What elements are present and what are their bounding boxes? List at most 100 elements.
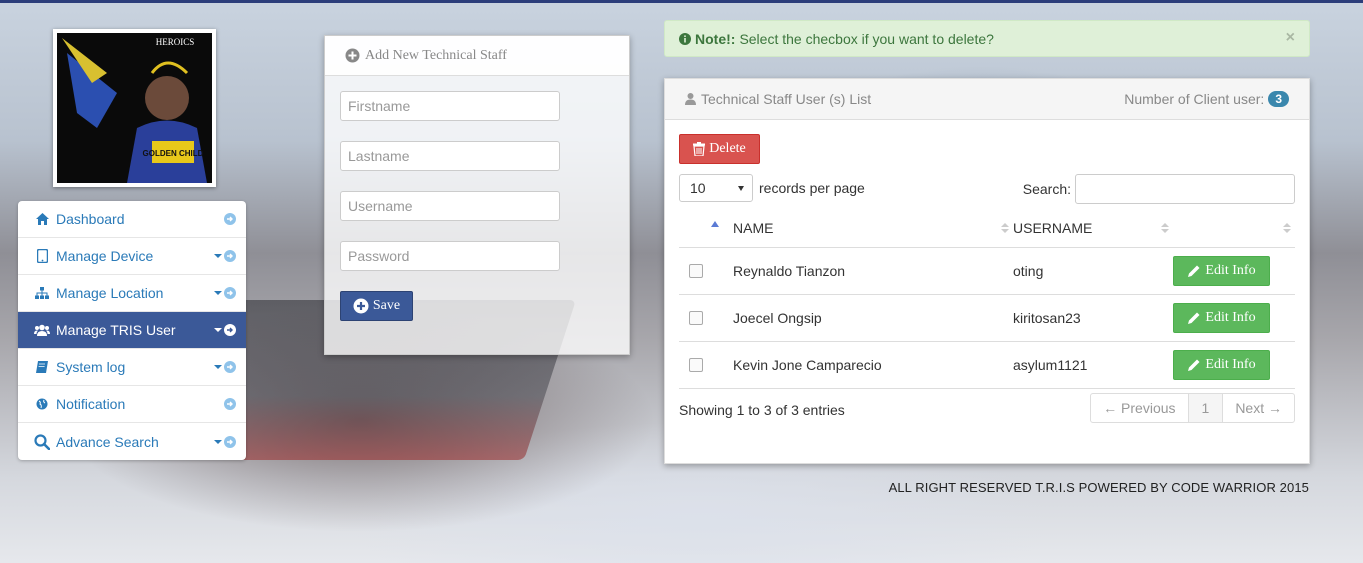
logo-caption: GOLDEN CHILD [143,149,204,158]
sidebar: Dashboard Manage Device Manage Location … [18,201,246,460]
username-field[interactable] [340,191,560,221]
sidebar-item-notification[interactable]: Notification [18,386,246,423]
sitemap-icon [34,287,50,299]
add-staff-title: Add New Technical Staff [365,47,507,63]
pagination: ← Previous 1 Next → [1090,393,1295,423]
sidebar-item-manage-device[interactable]: Manage Device [18,238,246,275]
plus-circle-icon [345,48,360,63]
delete-button[interactable]: Delete [679,134,760,164]
page-length-control: 10 records per page [679,174,865,202]
table-row: Joecel Ongsip kiritosan23 Edit Info [679,294,1295,342]
arrow-left-icon: ← [1103,400,1122,416]
lastname-field[interactable] [340,141,560,171]
sidebar-item-label: Notification [56,396,126,412]
caret-down-icon [214,291,222,295]
edit-info-button[interactable]: Edit Info [1173,255,1270,286]
sort-icon [1001,223,1009,233]
sidebar-item-manage-tris-user[interactable]: Manage TRIS User [18,312,246,349]
arrow-right-icon [224,361,236,373]
arrow-right-icon [224,287,236,299]
pencil-icon [1188,312,1200,324]
user-icon [685,93,696,105]
sort-icon [1283,223,1291,233]
client-count-badge: 3 [1268,91,1289,107]
trash-icon [693,142,706,156]
action-column-header[interactable] [1173,209,1295,248]
page-1-button[interactable]: 1 [1188,394,1224,422]
sidebar-item-label: Manage TRIS User [56,322,176,338]
staff-list-title: Technical Staff User (s) List [701,91,872,107]
arrow-right-icon [224,398,236,410]
users-icon [34,324,50,336]
close-icon[interactable]: × [1286,29,1295,47]
caret-down-icon [214,254,222,258]
sidebar-item-system-log[interactable]: System log [18,349,246,386]
sidebar-item-label: Advance Search [56,433,159,450]
page-length-select[interactable]: 10 [679,174,753,202]
caret-down-icon [214,365,222,369]
table-row: Kevin Jone Camparecio asylum1121 Edit In… [679,341,1295,389]
row-username: kiritosan23 [1013,294,1173,342]
pencil-icon [1188,265,1200,277]
row-username: asylum1121 [1013,341,1173,389]
sidebar-item-label: Dashboard [56,211,125,227]
sidebar-item-manage-location[interactable]: Manage Location [18,275,246,312]
sidebar-item-dashboard[interactable]: Dashboard [18,201,246,238]
plus-circle-icon [353,298,369,314]
select-column-header[interactable] [679,209,733,248]
delete-label: Delete [709,141,746,156]
edit-info-button[interactable]: Edit Info [1173,302,1270,333]
page-length-value: 10 [690,180,706,196]
sidebar-item-label: System log [56,359,126,375]
row-name: Reynaldo Tianzon [733,247,1013,295]
firstname-field[interactable] [340,91,560,121]
arrow-right-icon [224,435,236,448]
info-icon [679,32,691,45]
globe-icon [34,398,50,410]
search-icon [34,433,50,450]
client-count-label: Number of Client user: [1124,91,1265,107]
previous-page-button[interactable]: ← Previous [1091,394,1189,422]
password-field[interactable] [340,241,560,271]
table-header-row: NAME USERNAME [679,209,1295,248]
row-name: Kevin Jone Camparecio [733,341,1013,389]
username-column-header[interactable]: USERNAME [1013,209,1173,248]
search-input[interactable] [1075,174,1295,204]
caret-down-icon [214,328,222,332]
tablet-icon [34,249,50,263]
staff-list-header: Technical Staff User (s) List Number of … [665,79,1309,120]
arrow-right-icon: → [1264,400,1282,416]
note-alert: Note!: Select the checbox if you want to… [664,20,1310,57]
row-checkbox[interactable] [689,357,703,372]
save-button[interactable]: Save [340,291,413,321]
arrow-right-icon [224,324,236,336]
staff-list-panel: Technical Staff User (s) List Number of … [664,78,1310,464]
add-staff-header: Add New Technical Staff [325,36,629,76]
staff-table: NAME USERNAME Reynaldo Tianzon oting Edi… [679,209,1295,389]
arrow-right-icon [224,250,236,262]
top-bar [0,0,1363,3]
book-icon [34,361,50,373]
footer-text: ALL RIGHT RESERVED T.R.I.S POWERED BY CO… [888,480,1309,495]
table-search: Search: [1023,174,1295,204]
next-page-button[interactable]: Next → [1223,394,1294,422]
note-title: Note!: [695,30,736,47]
row-checkbox[interactable] [689,310,703,325]
table-info: Showing 1 to 3 of 3 entries [679,402,845,418]
arrow-right-icon [224,213,236,225]
row-checkbox[interactable] [689,263,703,278]
edit-info-button[interactable]: Edit Info [1173,349,1270,380]
caret-down-icon [214,439,222,444]
save-label: Save [372,298,401,313]
search-label: Search: [1022,181,1071,197]
logo: GOLDEN CHILD HEROICS [53,29,216,187]
add-staff-panel: Add New Technical Staff Save [324,35,630,355]
records-per-page-label: records per page [759,180,865,196]
sidebar-item-advance-search[interactable]: Advance Search [18,423,246,460]
name-column-header[interactable]: NAME [733,209,1013,248]
sidebar-item-label: Manage Device [56,248,154,264]
sidebar-item-label: Manage Location [56,285,164,301]
note-message: Select the checbox if you want to delete… [739,30,994,47]
table-row: Reynaldo Tianzon oting Edit Info [679,247,1295,295]
row-name: Joecel Ongsip [733,294,1013,342]
